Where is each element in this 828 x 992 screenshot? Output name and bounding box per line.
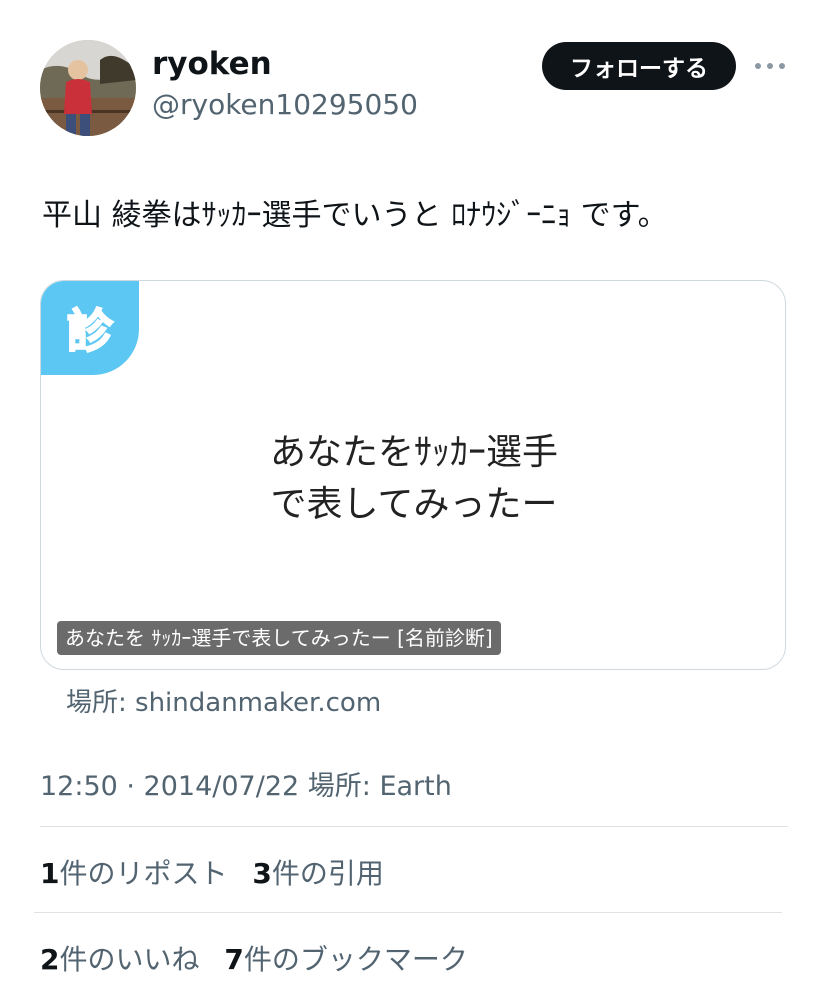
follow-button[interactable]: フォローする	[542, 42, 736, 90]
divider	[34, 912, 782, 913]
bookmarks-label: 件のブックマーク	[243, 943, 468, 976]
quotes-stat[interactable]: 3件の引用	[252, 852, 384, 892]
card-caption: あなたを ｻｯｶｰ選手で表してみったー [名前診断]	[57, 621, 501, 655]
quotes-count: 3	[252, 857, 272, 890]
author-display-name[interactable]: ryoken	[152, 46, 272, 82]
bookmarks-count: 7	[224, 943, 244, 976]
badge-glyph: 診	[66, 303, 114, 359]
card-source-link[interactable]: 場所: shindanmaker.com	[66, 682, 381, 719]
avatar[interactable]	[40, 40, 136, 136]
card-title: あなたをｻｯｶｰ選手 で表してみったー	[41, 427, 785, 531]
link-card[interactable]: 診 あなたをｻｯｶｰ選手 で表してみったー あなたを ｻｯｶｰ選手で表してみった…	[40, 280, 786, 670]
quotes-label: 件の引用	[271, 857, 384, 890]
bookmarks-stat[interactable]: 7件のブックマーク	[224, 938, 468, 978]
author-handle[interactable]: @ryoken10295050	[152, 88, 418, 121]
tweet-timestamp[interactable]: 12:50 · 2014/07/22 場所: Earth	[40, 764, 452, 803]
tweet-text: 平山 綾拳はｻｯｶｰ選手でいうと ﾛﾅｳｼﾞｰﾆｮ です。	[42, 198, 668, 233]
diagnosis-badge-icon: 診	[41, 281, 139, 375]
likes-count: 2	[40, 943, 60, 976]
stats-row-reposts: 1件のリポスト 3件の引用	[40, 852, 400, 892]
reposts-count: 1	[40, 857, 60, 890]
stats-row-likes: 2件のいいね 7件のブックマーク	[40, 938, 484, 978]
divider	[40, 826, 788, 827]
reposts-label: 件のリポスト	[59, 857, 228, 890]
reposts-stat[interactable]: 1件のリポスト	[40, 852, 228, 892]
card-title-line2: で表してみったー	[270, 484, 558, 525]
more-horizontal-icon[interactable]	[752, 52, 788, 80]
likes-label: 件のいいね	[59, 943, 200, 976]
likes-stat[interactable]: 2件のいいね	[40, 938, 200, 978]
card-title-line1: あなたをｻｯｶｰ選手	[269, 432, 558, 473]
